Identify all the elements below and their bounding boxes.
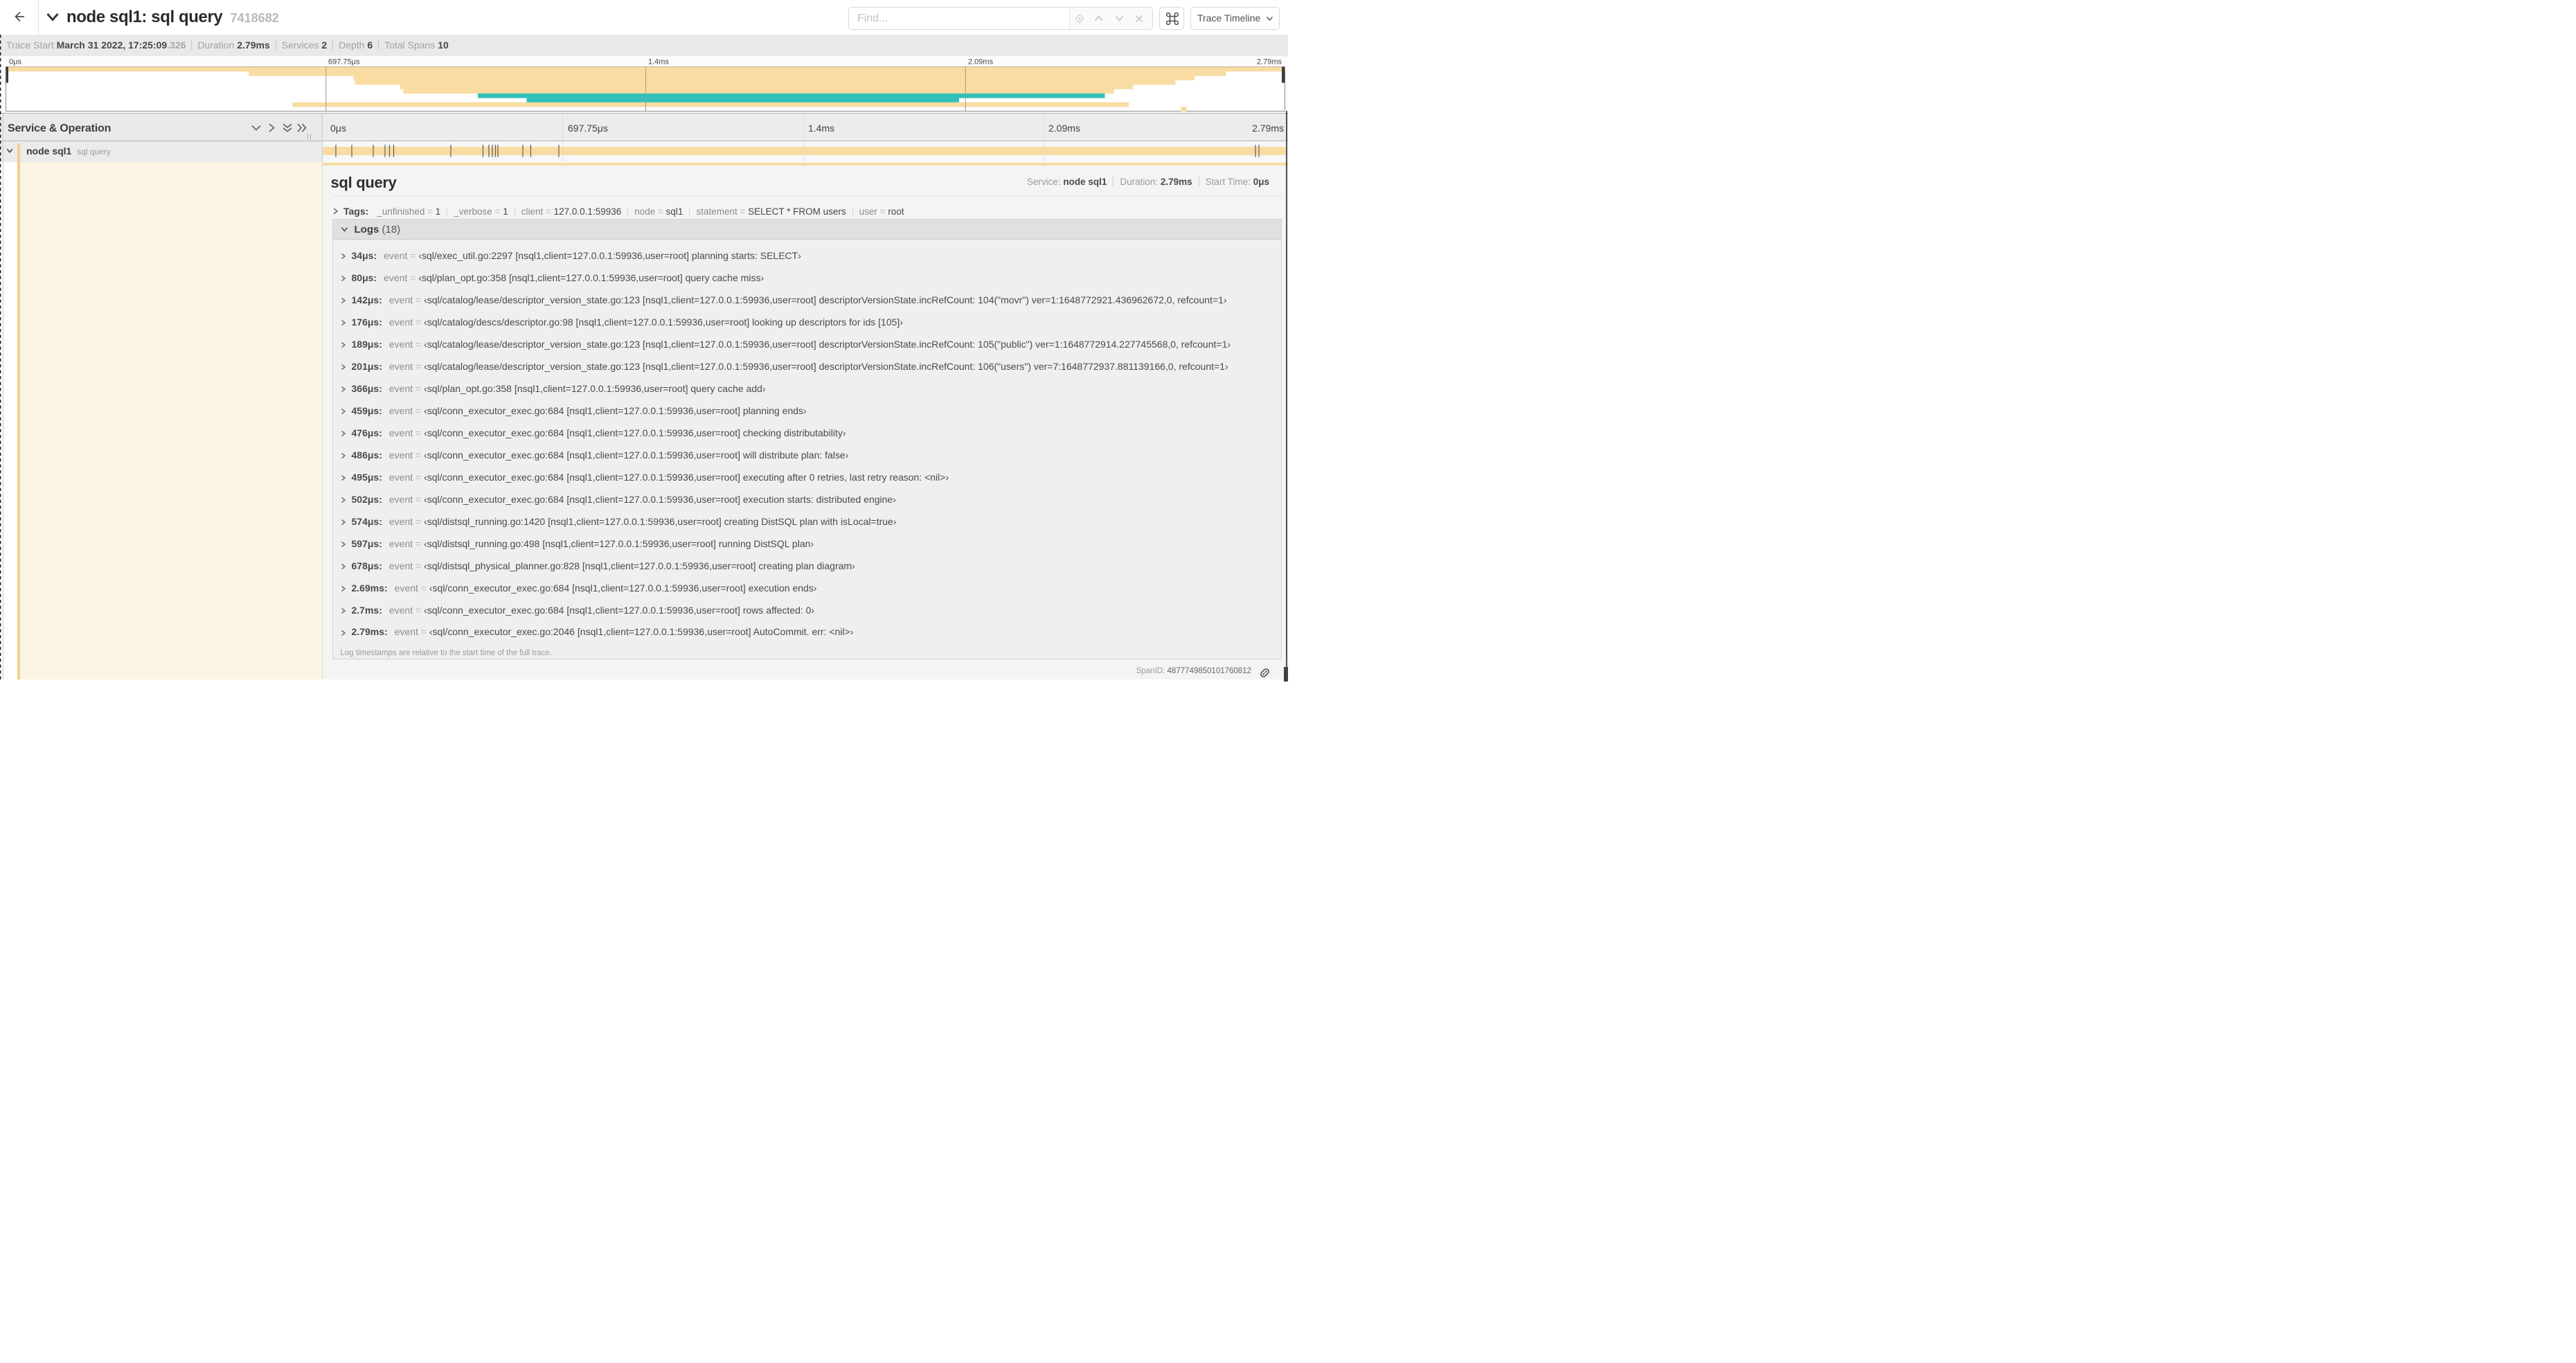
svg-text:2.79ms: 2.79ms <box>1257 58 1282 66</box>
svg-text:1.4ms: 1.4ms <box>648 58 669 66</box>
svg-text:697.75μs: 697.75μs <box>328 58 360 66</box>
svg-text:2.09ms: 2.09ms <box>968 58 994 66</box>
svg-text:0μs: 0μs <box>9 58 21 66</box>
